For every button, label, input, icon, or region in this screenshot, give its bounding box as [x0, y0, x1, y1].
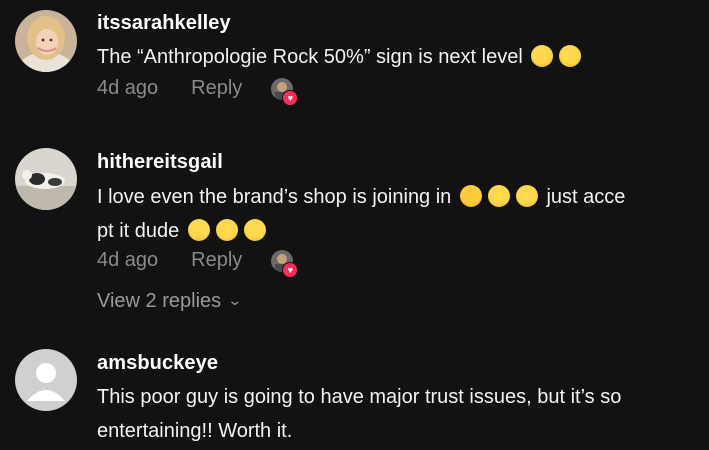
- timestamp: 4d ago: [97, 77, 159, 99]
- avatar[interactable]: [15, 10, 77, 72]
- laughing-emoji-icon: [487, 185, 510, 207]
- username[interactable]: itssarahkelley: [97, 12, 231, 35]
- laughing-emoji-icon: [187, 219, 210, 241]
- comment-meta: 4d ago Reply ♥: [97, 249, 299, 278]
- view-replies-label: View 2 replies: [97, 290, 222, 312]
- reply-button[interactable]: Reply: [191, 77, 242, 100]
- comment-text: This poor guy is going to have major tru…: [97, 386, 622, 442]
- timestamp: 4d ago: [97, 249, 159, 271]
- laughing-emoji-icon: [243, 219, 266, 241]
- comment-text: I love even the brand’s shop is joining …: [97, 180, 701, 248]
- username[interactable]: amsbuckeye: [97, 352, 218, 375]
- laughing-emoji-icon: [215, 219, 238, 241]
- laughing-emoji-icon: [531, 45, 554, 67]
- laughing-emoji-icon: [559, 45, 582, 67]
- crying-emoji-icon: [459, 185, 482, 207]
- chevron-down-icon: ⌄: [227, 292, 243, 308]
- creator-like-badge: ♥: [271, 77, 299, 106]
- avatar[interactable]: [15, 148, 77, 210]
- comment-text: The “Anthropologie Rock 50%” sign is nex…: [97, 40, 701, 74]
- comment-text-content: pt it dude: [97, 220, 180, 242]
- reply-button[interactable]: Reply: [191, 249, 242, 272]
- comment-text-content: just acce: [546, 186, 626, 208]
- username[interactable]: hithereitsgail: [97, 151, 223, 174]
- comment-text-content: The “Anthropologie Rock 50%” sign is nex…: [97, 46, 523, 68]
- creator-like-badge: ♥: [271, 249, 299, 278]
- heart-icon: ♥: [282, 89, 299, 106]
- view-replies-button[interactable]: View 2 replies ⌄: [97, 290, 243, 313]
- sweat-smile-emoji-icon: [515, 185, 538, 207]
- heart-icon: ♥: [282, 261, 299, 278]
- comment-text-content: I love even the brand’s shop is joining …: [97, 186, 452, 208]
- comment-meta: 4d ago Reply ♥: [97, 77, 299, 106]
- avatar[interactable]: [15, 349, 77, 411]
